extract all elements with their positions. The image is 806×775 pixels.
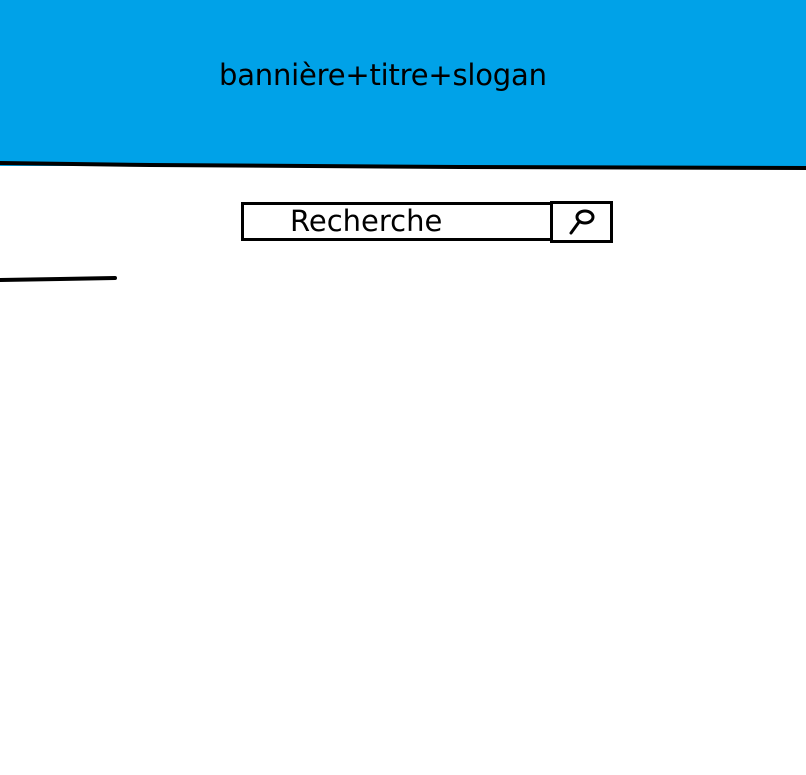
page: bannière+titre+slogan Recherche — [0, 0, 806, 775]
search-icon — [569, 209, 595, 235]
banner-divider — [0, 161, 806, 170]
separator-line — [0, 276, 117, 282]
search-button[interactable] — [550, 201, 613, 243]
search-input-label: Recherche — [290, 204, 443, 238]
search-input[interactable]: Recherche — [241, 202, 554, 241]
